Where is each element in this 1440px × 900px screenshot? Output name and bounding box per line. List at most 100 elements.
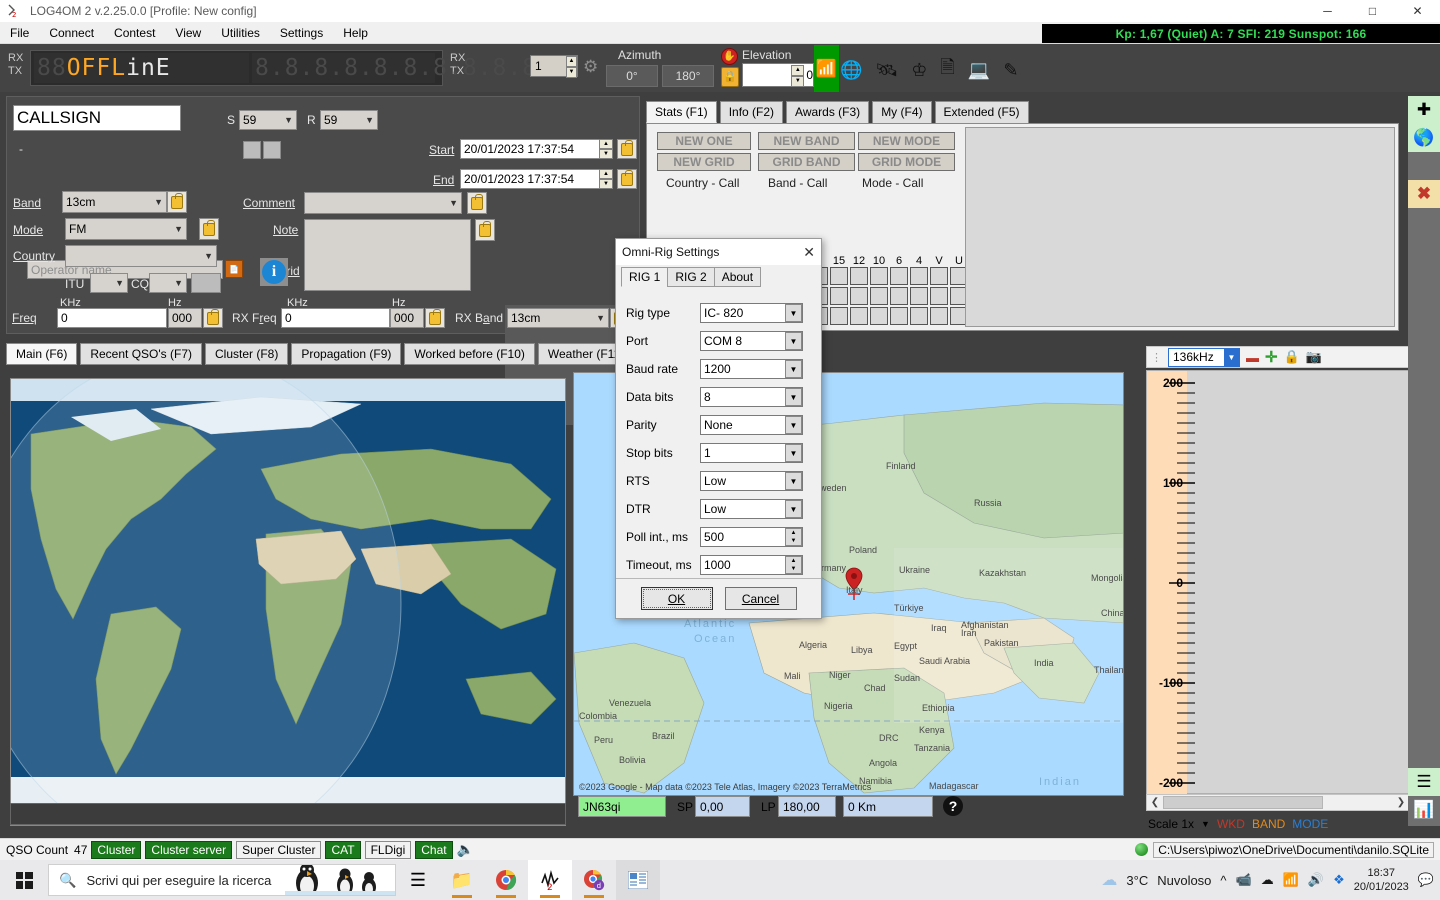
log-list-icon[interactable]: ☰ (1408, 768, 1440, 796)
file-explorer-icon[interactable]: 📁 (440, 860, 484, 900)
gear-icon[interactable]: ⚙ (583, 58, 600, 75)
comment-combo[interactable]: ▼ (304, 192, 462, 214)
chevron-down-icon[interactable]: ▼ (785, 416, 802, 434)
band-lock-button[interactable] (167, 191, 187, 213)
itu-combo[interactable]: ▼ (90, 273, 128, 293)
crown-icon[interactable]: ♔ (911, 60, 927, 81)
add-icon[interactable]: ✛ (1265, 348, 1278, 366)
close-button[interactable]: ✕ (1395, 0, 1440, 22)
dialog-field-rig-type[interactable]: IC- 820 ▼ (700, 303, 803, 323)
callsign-input[interactable]: CALLSIGN (13, 105, 181, 131)
freq-khz-input[interactable]: 0 (57, 308, 167, 328)
country-combo[interactable]: ▼ (65, 245, 217, 267)
chevron-down-icon[interactable]: ▼ (785, 444, 802, 462)
band-cell[interactable] (910, 267, 928, 285)
help-icon[interactable]: ? (943, 796, 963, 816)
start-spin-buttons[interactable]: ▲ ▼ (599, 139, 613, 159)
new-band-button[interactable]: NEW BAND (758, 132, 855, 150)
grid-locator-field[interactable]: JN63qi (578, 796, 666, 817)
menu-item-settings[interactable]: Settings (270, 24, 333, 42)
cluster-badge[interactable]: Cluster (91, 840, 142, 859)
scroll-left-arrow[interactable]: ❮ (1147, 797, 1163, 808)
rotator-lock-icon[interactable]: 🔒 (721, 67, 739, 87)
rxfreq-hz-input[interactable]: 000 (390, 308, 424, 328)
rig-number-spin-buttons[interactable]: ▲ ▼ (562, 56, 577, 78)
cat-badge[interactable]: CAT (325, 840, 361, 859)
band-cell[interactable] (850, 287, 868, 305)
freq-lock-button[interactable] (203, 308, 223, 328)
radio-icon[interactable]: 💻 (968, 60, 990, 81)
dialog-field-stop-bits[interactable]: 1 ▼ (700, 443, 803, 463)
chrome-profile-icon[interactable]: d (572, 860, 616, 900)
band-cell[interactable] (930, 267, 948, 285)
rig-number-down[interactable]: ▼ (566, 67, 577, 78)
chevron-down-icon[interactable]: ▼ (785, 500, 802, 518)
end-spin-buttons[interactable]: ▲ ▼ (599, 169, 613, 189)
tab-extended[interactable]: Extended (F5) (934, 101, 1029, 123)
tab-main[interactable]: Main (F6) (6, 343, 78, 365)
menu-item-contest[interactable]: Contest (104, 24, 165, 42)
screenshot-icon[interactable]: 📷 (1306, 349, 1322, 365)
pencil-icon[interactable]: ✎ (1003, 60, 1018, 81)
frequency-display[interactable]: 88 OFFL inE 8.8.8.8.8.8.8.8.8.8. (30, 50, 551, 86)
scroll-thumb[interactable] (1163, 796, 1323, 809)
band-cell[interactable] (890, 267, 908, 285)
grid-mode-button[interactable]: GRID MODE (858, 153, 955, 171)
elevation-input[interactable]: ▲ ▼ 0 (742, 63, 814, 87)
dialog-close-icon[interactable]: ✕ (803, 244, 815, 261)
band-cell[interactable] (890, 307, 908, 325)
new-grid-button[interactable]: NEW GRID (657, 153, 751, 171)
band-cell[interactable] (870, 307, 888, 325)
band-cell[interactable] (870, 267, 888, 285)
super-cluster-badge[interactable]: Super Cluster (236, 840, 322, 859)
end-up[interactable]: ▲ (599, 169, 613, 179)
wkd-toggle[interactable]: WKD (1217, 817, 1245, 831)
clear-qso-icon[interactable]: ✖ (1408, 180, 1440, 208)
dialog-field-timeout-ms[interactable]: 1000 ▲ ▼ (700, 555, 803, 575)
tab-recent-qsos[interactable]: Recent QSO's (F7) (80, 343, 202, 365)
zone-extra-field[interactable] (191, 273, 221, 293)
band-cell[interactable] (890, 287, 908, 305)
scale-label[interactable]: Scale 1x (1148, 817, 1194, 831)
ok-button[interactable]: OK (640, 587, 713, 610)
news-widget-icon[interactable] (616, 860, 660, 900)
chevron-down-icon[interactable]: ▼ (785, 332, 802, 350)
log4om-icon[interactable]: 2 (528, 860, 572, 900)
start-lock-button[interactable] (617, 139, 637, 159)
task-view-icon[interactable]: ☰ (396, 860, 440, 900)
comment-lock-button[interactable] (467, 192, 487, 214)
band-cell[interactable] (850, 307, 868, 325)
scroll-right-arrow[interactable]: ❯ (1393, 797, 1409, 808)
cluster-server-badge[interactable]: Cluster server (145, 840, 233, 859)
mode-toggle[interactable]: MODE (1292, 817, 1328, 831)
chevron-down-icon[interactable]: ▼ (785, 388, 802, 406)
dialog-field-port[interactable]: COM 8 ▼ (700, 331, 803, 351)
stop-hand-icon[interactable]: ✋ (721, 48, 738, 65)
band-cell[interactable] (850, 267, 868, 285)
band-cell[interactable] (830, 307, 848, 325)
info-button[interactable]: i (260, 258, 288, 286)
new-mode-button[interactable]: NEW MODE (858, 132, 955, 150)
start-up[interactable]: ▲ (599, 139, 613, 149)
band-cell[interactable] (830, 267, 848, 285)
band-cell[interactable] (830, 287, 848, 305)
server-icon[interactable]: 🗎 (940, 55, 954, 85)
maximize-button[interactable]: □ (1350, 0, 1395, 22)
band-plot[interactable]: 200 100 0 -100 -200 (1146, 370, 1410, 795)
start-datetime-input[interactable]: 20/01/2023 17:37:54 (460, 139, 602, 159)
operator-lookup-icon[interactable]: 📄 (225, 260, 243, 278)
minimize-button[interactable]: ─ (1305, 0, 1350, 22)
notifications-icon[interactable]: 💬 (1418, 872, 1434, 888)
start-down[interactable]: ▼ (599, 149, 613, 159)
globe-icon[interactable]: 🌐 (840, 60, 862, 81)
menu-item-help[interactable]: Help (333, 24, 378, 42)
rig-number-up[interactable]: ▲ (566, 56, 577, 67)
menu-item-file[interactable]: File (0, 24, 39, 42)
start-button[interactable] (0, 860, 48, 900)
grid-band-button[interactable]: GRID BAND (758, 153, 855, 171)
chat-badge[interactable]: Chat (415, 840, 453, 859)
lock-icon[interactable]: 🔒 (1284, 349, 1300, 365)
dialog-tab-about[interactable]: About (713, 267, 762, 287)
note-textarea[interactable] (304, 219, 471, 291)
plot-horizontal-scrollbar[interactable]: ❮ ❯ (1146, 794, 1410, 811)
